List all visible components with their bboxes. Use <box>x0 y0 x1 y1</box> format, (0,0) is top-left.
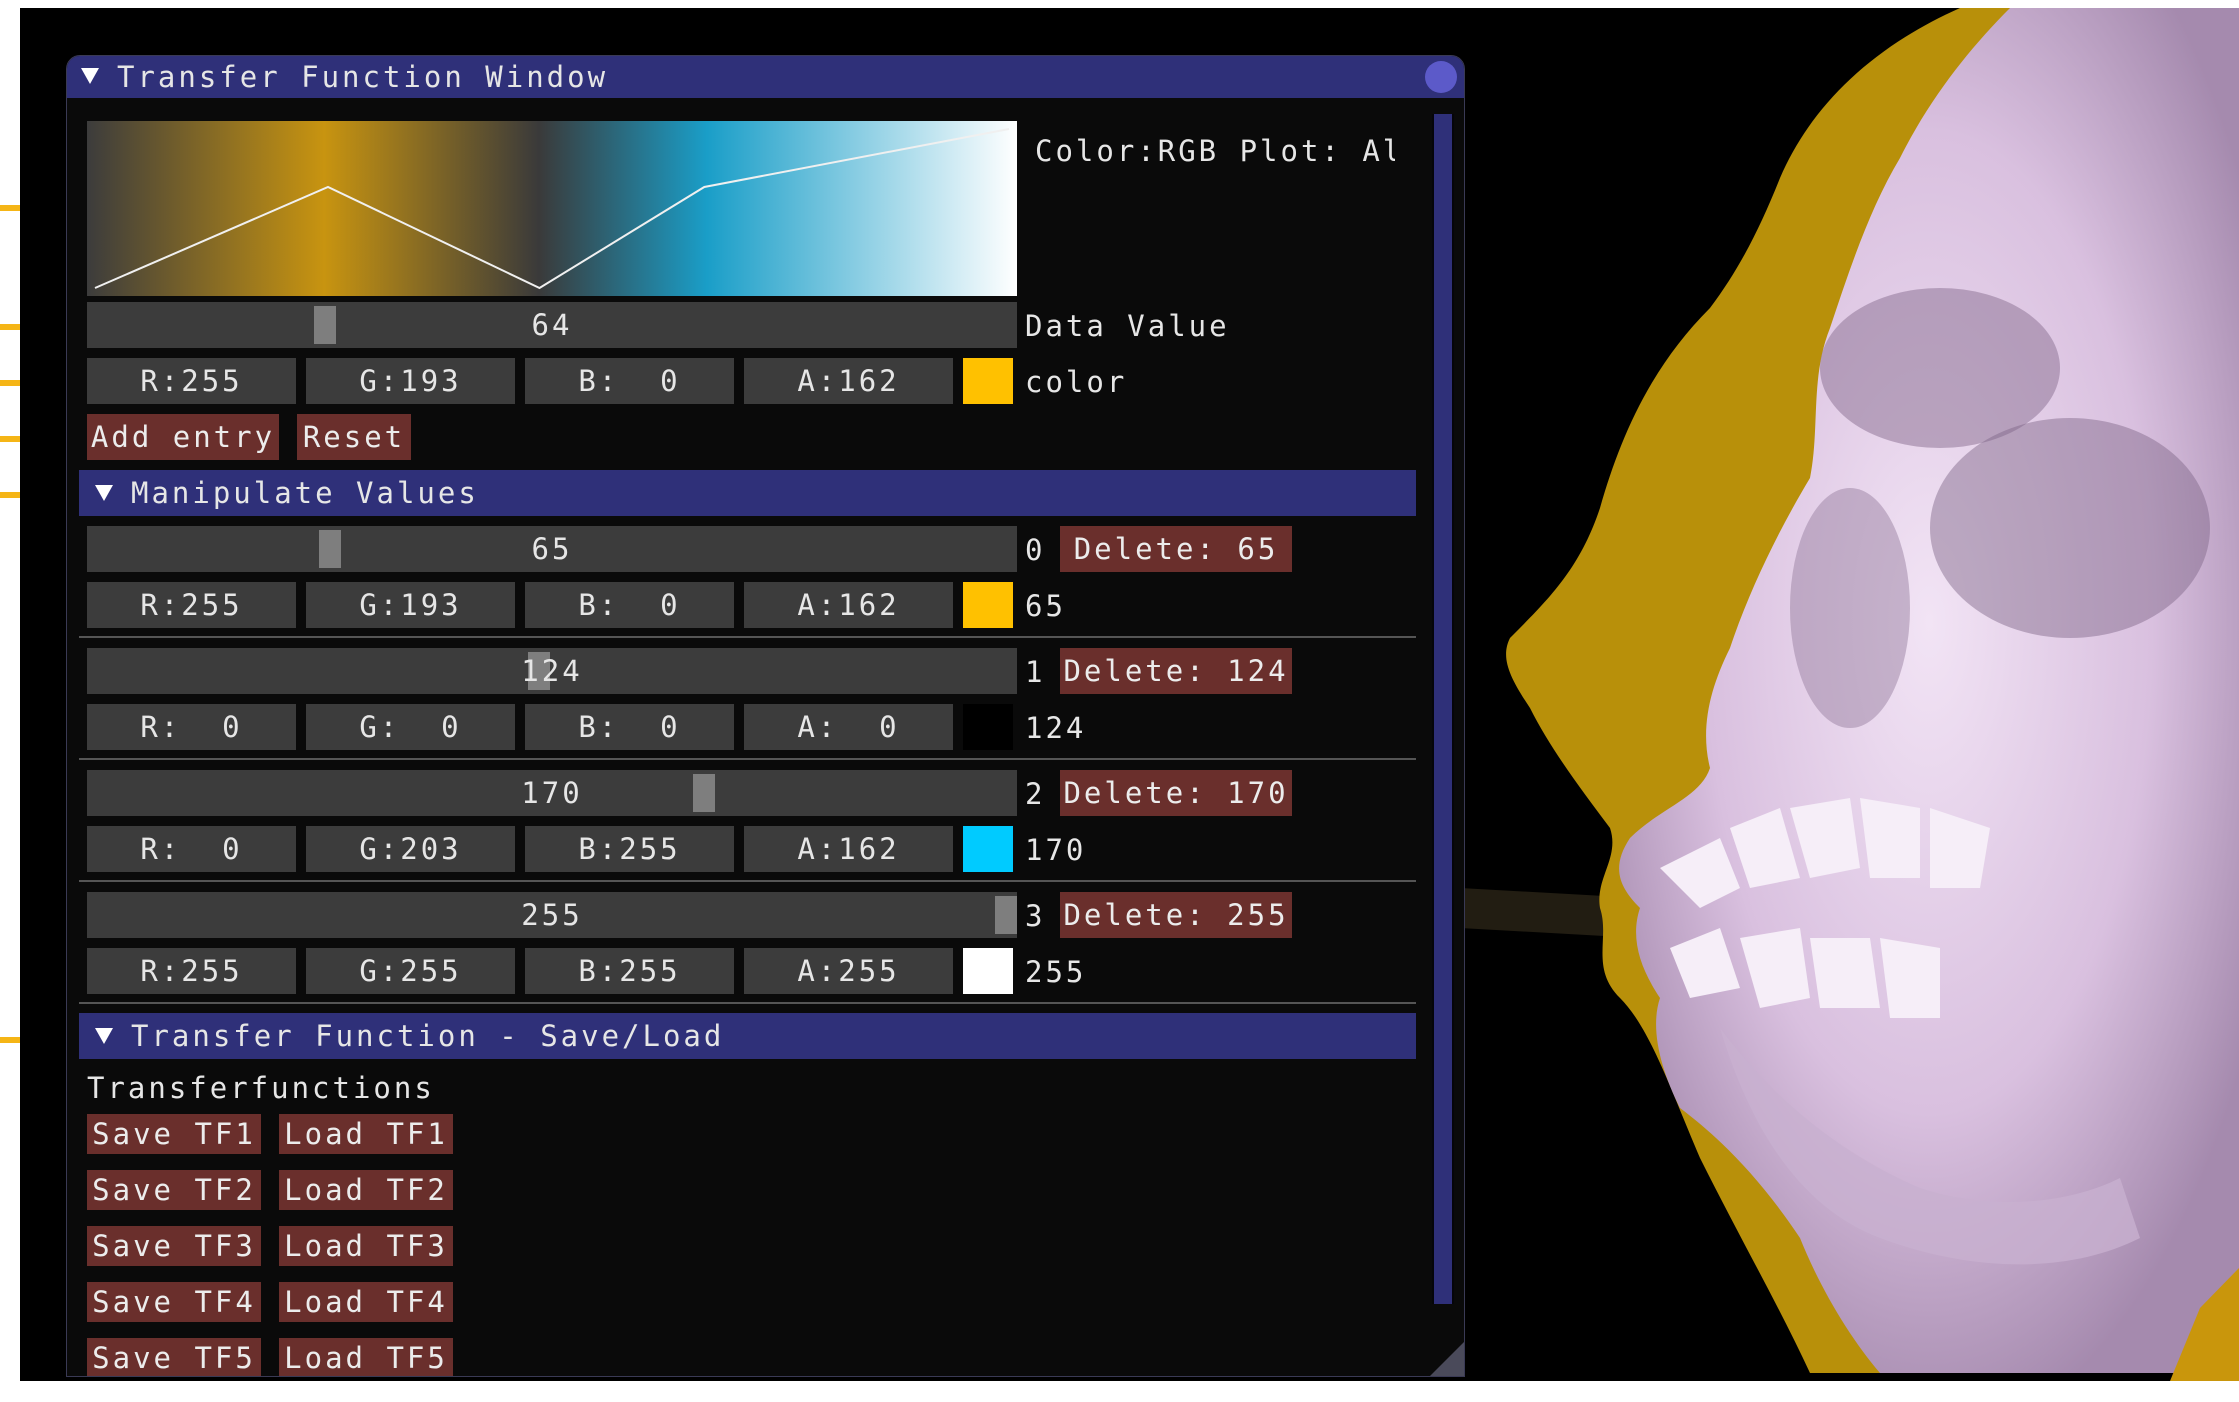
red-drag-field[interactable]: R:255 <box>87 948 296 994</box>
green-drag-field[interactable]: G:255 <box>306 948 515 994</box>
entry-value-label: 170 <box>1025 833 1087 867</box>
load-tf-button[interactable]: Load TF3 <box>279 1226 453 1266</box>
save-tf-button[interactable]: Save TF5 <box>87 1338 261 1376</box>
save-tf-button[interactable]: Save TF2 <box>87 1170 261 1210</box>
window-title: Transfer Function Window <box>117 60 609 94</box>
red-drag-field[interactable]: R: 0 <box>87 826 296 872</box>
color-swatch[interactable] <box>963 704 1013 750</box>
color-swatch[interactable] <box>963 826 1013 872</box>
entry-slider[interactable]: 65 <box>87 526 1017 572</box>
slider-value: 64 <box>531 308 573 342</box>
entry-index: 0 <box>1025 533 1046 567</box>
alpha-drag-field[interactable]: A:162 <box>744 358 953 404</box>
entry-value-label: 124 <box>1025 711 1087 745</box>
reset-button[interactable]: Reset <box>297 414 411 460</box>
alpha-drag-field[interactable]: A:255 <box>744 948 953 994</box>
color-swatch[interactable] <box>963 948 1013 994</box>
plot-side-label: Color:RGB Plot: Alph <box>1035 137 1395 166</box>
slider-value: 255 <box>521 898 583 932</box>
blue-drag-field[interactable]: B: 0 <box>525 358 734 404</box>
entry-value-label: 65 <box>1025 589 1066 623</box>
load-tf-button[interactable]: Load TF4 <box>279 1282 453 1322</box>
green-drag-field[interactable]: G:193 <box>306 358 515 404</box>
color-label: color <box>1025 365 1128 399</box>
entry-index: 2 <box>1025 777 1046 811</box>
delete-entry-button[interactable]: Delete: 124 <box>1060 648 1292 694</box>
transfer-function-window[interactable]: Transfer Function Window Color:RGB Plot:… <box>66 55 1465 1377</box>
load-tf-button[interactable]: Load TF5 <box>279 1338 453 1376</box>
green-drag-field[interactable]: G:203 <box>306 826 515 872</box>
entry-separator <box>79 758 1416 760</box>
save-load-header[interactable]: Transfer Function - Save/Load <box>79 1013 1416 1059</box>
alpha-drag-field[interactable]: A:162 <box>744 826 953 872</box>
data-value-slider[interactable]: 64 <box>87 302 1017 348</box>
entry-separator <box>79 880 1416 882</box>
entry-slider[interactable]: 124 <box>87 648 1017 694</box>
triangle-down-icon[interactable] <box>95 485 113 501</box>
green-drag-field[interactable]: G:193 <box>306 582 515 628</box>
manipulate-values-header[interactable]: Manipulate Values <box>79 470 1416 516</box>
alpha-drag-field[interactable]: A:162 <box>744 582 953 628</box>
entry-slider[interactable]: 255 <box>87 892 1017 938</box>
entry-slider[interactable]: 170 <box>87 770 1017 816</box>
color-swatch[interactable] <box>963 582 1013 628</box>
red-drag-field[interactable]: R:255 <box>87 582 296 628</box>
delete-entry-button[interactable]: Delete: 255 <box>1060 892 1292 938</box>
slider-value: 65 <box>531 532 573 566</box>
blue-drag-field[interactable]: B: 0 <box>525 704 734 750</box>
color-swatch[interactable] <box>963 358 1013 404</box>
save-tf-button[interactable]: Save TF3 <box>87 1226 261 1266</box>
save-tf-button[interactable]: Save TF1 <box>87 1114 261 1154</box>
transferfunctions-label: Transferfunctions <box>87 1071 435 1105</box>
resize-grip-icon[interactable] <box>1430 1342 1464 1376</box>
entry-separator <box>79 636 1416 638</box>
load-tf-button[interactable]: Load TF1 <box>279 1114 453 1154</box>
red-drag-field[interactable]: R:255 <box>87 358 296 404</box>
scrollbar-thumb[interactable] <box>1434 114 1452 1304</box>
data-value-label: Data Value <box>1025 309 1230 343</box>
save-tf-button[interactable]: Save TF4 <box>87 1282 261 1322</box>
load-tf-button[interactable]: Load TF2 <box>279 1170 453 1210</box>
blue-drag-field[interactable]: B:255 <box>525 948 734 994</box>
entry-separator <box>79 1002 1416 1004</box>
circle-close-icon[interactable] <box>1424 60 1458 94</box>
entry-value-label: 255 <box>1025 955 1087 989</box>
red-drag-field[interactable]: R: 0 <box>87 704 296 750</box>
window-scrollbar[interactable] <box>1432 114 1454 1304</box>
entry-index: 1 <box>1025 655 1046 689</box>
add-entry-button[interactable]: Add entry <box>87 414 279 460</box>
entry-index: 3 <box>1025 899 1046 933</box>
slider-value: 170 <box>521 776 583 810</box>
green-drag-field[interactable]: G: 0 <box>306 704 515 750</box>
delete-entry-button[interactable]: Delete: 65 <box>1060 526 1292 572</box>
blue-drag-field[interactable]: B: 0 <box>525 582 734 628</box>
triangle-down-icon[interactable] <box>81 68 99 84</box>
transfer-function-plot[interactable] <box>87 121 1017 296</box>
window-title-bar[interactable]: Transfer Function Window <box>67 56 1464 98</box>
blue-drag-field[interactable]: B:255 <box>525 826 734 872</box>
header-label: Manipulate Values <box>131 476 479 510</box>
alpha-drag-field[interactable]: A: 0 <box>744 704 953 750</box>
triangle-down-icon[interactable] <box>95 1028 113 1044</box>
delete-entry-button[interactable]: Delete: 170 <box>1060 770 1292 816</box>
header-label: Transfer Function - Save/Load <box>131 1019 725 1053</box>
slider-value: 124 <box>521 654 583 688</box>
